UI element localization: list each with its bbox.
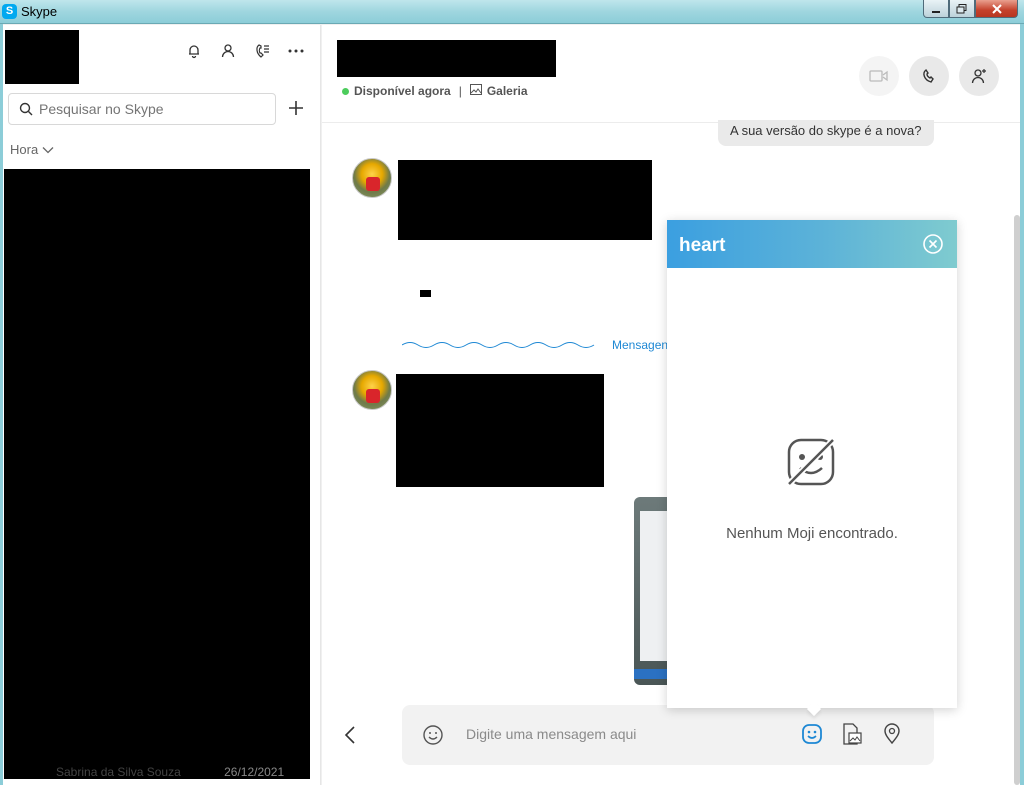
no-moji-icon: [784, 435, 838, 489]
restore-icon: [956, 3, 967, 13]
calls-icon: [256, 44, 269, 58]
search-input[interactable]: [39, 101, 259, 117]
location-pin-icon: [884, 723, 900, 745]
avatar[interactable]: [352, 370, 392, 410]
contact-date: 26/12/2021: [224, 765, 285, 779]
new-messages-divider: Mensagen: [402, 338, 668, 352]
moji-button[interactable]: [800, 722, 824, 746]
incoming-message-redacted[interactable]: [396, 374, 604, 487]
message-composer: [402, 705, 934, 765]
search-icon: [19, 102, 33, 116]
close-window-button[interactable]: [975, 0, 1018, 18]
send-file-button[interactable]: [840, 722, 864, 746]
wave-divider-icon: [402, 342, 595, 348]
window-frame-right: [1020, 24, 1024, 785]
close-circle-icon: [923, 234, 943, 254]
chevron-left-icon: [344, 726, 355, 744]
maximize-button[interactable]: [949, 0, 975, 18]
window-titlebar: S Skype: [0, 0, 1024, 24]
moji-panel: heart Nenhum Moji encontrado.: [667, 220, 957, 717]
chevron-down-icon: [42, 146, 54, 153]
close-moji-panel-button[interactable]: [923, 234, 943, 254]
video-call-button[interactable]: [859, 56, 899, 96]
video-camera-icon: [869, 70, 888, 82]
contact-name: Sabrina da Silva Souza: [56, 765, 181, 779]
contacts-icon: [221, 44, 235, 58]
new-messages-label: Mensagen: [612, 338, 669, 352]
list-item[interactable]: Sabrina da Silva Souza 26/12/2021: [8, 765, 308, 785]
plus-icon: [289, 101, 303, 115]
phone-icon: [923, 68, 934, 83]
gallery-icon: [469, 84, 482, 98]
moji-search-term: heart: [679, 235, 726, 256]
minimize-button[interactable]: [923, 0, 949, 18]
presence-line: Disponível agora | Galeria: [342, 84, 528, 98]
search-box[interactable]: [8, 93, 276, 125]
window-title: Skype: [21, 4, 58, 19]
presence-status: Disponível agora: [354, 84, 451, 98]
incoming-message-redacted[interactable]: [398, 160, 652, 240]
more-icon: [288, 49, 304, 53]
bell-icon: [189, 45, 199, 59]
add-user-icon: [971, 69, 986, 84]
chat-header: Disponível agora | Galeria: [322, 25, 1020, 123]
smiley-icon: [423, 725, 443, 745]
calls-button[interactable]: [252, 41, 272, 61]
message-input[interactable]: [466, 723, 766, 745]
notifications-button[interactable]: [184, 41, 204, 61]
profile-avatar[interactable]: [5, 30, 79, 84]
minimize-icon: [932, 10, 940, 13]
redacted-fragment: [420, 290, 431, 297]
audio-call-button[interactable]: [909, 56, 949, 96]
sidebar-scrollbar[interactable]: [310, 169, 320, 229]
sort-dropdown[interactable]: Hora: [10, 142, 54, 157]
conversation-list[interactable]: [4, 169, 310, 779]
chat-scrollbar[interactable]: [1014, 215, 1020, 785]
sort-label: Hora: [10, 142, 39, 157]
contact-title[interactable]: [337, 40, 556, 77]
gallery-link[interactable]: Galeria: [487, 84, 528, 98]
separator: |: [458, 84, 462, 98]
moji-icon: [802, 724, 822, 744]
outgoing-message[interactable]: A sua versão do skype é a nova?: [718, 120, 934, 146]
add-participant-button[interactable]: [959, 56, 999, 96]
avatar[interactable]: [352, 158, 392, 198]
skype-app-icon: S: [2, 4, 17, 19]
share-location-button[interactable]: [880, 722, 904, 746]
sidebar: Hora Sabrina da Silva Souza 26/12/2021: [3, 25, 321, 785]
new-chat-button[interactable]: [285, 97, 307, 119]
back-button[interactable]: [340, 723, 360, 747]
sidebar-top-icons: [184, 41, 306, 61]
close-icon: [991, 3, 1002, 14]
emoji-button[interactable]: [422, 724, 444, 751]
moji-panel-header: heart: [667, 220, 957, 268]
file-image-icon: [843, 723, 862, 745]
more-options-button[interactable]: [286, 41, 306, 61]
empty-state-message: Nenhum Moji encontrado.: [726, 525, 898, 542]
online-status-dot: [342, 87, 349, 95]
window-controls: [923, 0, 1018, 18]
contacts-button[interactable]: [218, 41, 238, 61]
